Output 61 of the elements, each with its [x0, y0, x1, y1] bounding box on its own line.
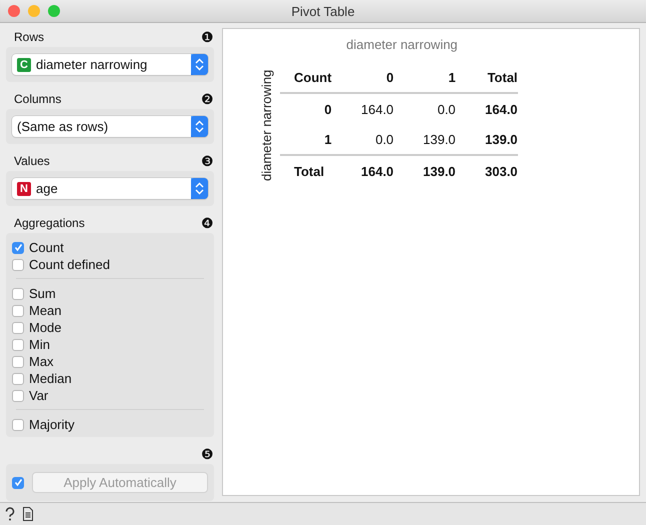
stepper-icon: [191, 178, 208, 199]
row-header: Total: [280, 155, 332, 186]
table-cell: 139.0: [394, 124, 456, 155]
checkbox[interactable]: [12, 288, 24, 300]
checkbox-label: Max: [29, 354, 54, 369]
checkbox[interactable]: [12, 418, 24, 430]
checkbox-label: Majority: [29, 417, 75, 432]
variable-type-badge: N: [17, 182, 31, 196]
combo-box[interactable]: (Same as rows): [12, 116, 208, 137]
minimize-button[interactable]: [28, 5, 40, 17]
column-axis-title: diameter narrowing: [345, 37, 459, 54]
checkbox[interactable]: [12, 390, 24, 402]
callout-number: ❷: [201, 92, 214, 106]
column-header: 1: [394, 62, 456, 93]
section-label: Values: [14, 154, 50, 168]
help-icon[interactable]: [4, 507, 16, 521]
row-axis-title: diameter narrowing: [259, 68, 274, 183]
checkbox[interactable]: [12, 372, 24, 384]
section-label: Rows: [14, 30, 44, 44]
table-cell: 303.0: [456, 155, 518, 186]
checkbox-label: Mode: [29, 320, 62, 335]
table-cell: 139.0: [394, 155, 456, 186]
checkbox[interactable]: [12, 356, 24, 368]
checkbox-label: Mean: [29, 303, 62, 318]
checkbox-label: Var: [29, 388, 48, 403]
variable-type-badge: C: [17, 58, 31, 72]
checkbox-label: Count defined: [29, 257, 110, 272]
checkbox[interactable]: [12, 322, 24, 334]
window-title: Pivot Table: [290, 4, 356, 18]
document-icon[interactable]: [22, 507, 34, 521]
zoom-button[interactable]: [48, 5, 60, 17]
combo-box[interactable]: N age: [12, 178, 208, 199]
table-cell: 0.0: [394, 93, 456, 124]
table-cell: 164.0: [332, 155, 394, 186]
table-cell: 164.0: [332, 93, 394, 124]
callout-number: ❶: [201, 30, 214, 44]
corner-header: Count: [280, 62, 332, 93]
section-label: Aggregations: [14, 216, 85, 230]
checkbox[interactable]: [12, 258, 24, 270]
checkbox-label: Sum: [29, 286, 56, 301]
row-header: 0: [280, 93, 332, 124]
checkbox-label: Median: [29, 371, 72, 386]
column-header: 0: [332, 62, 394, 93]
table-cell: 139.0: [456, 124, 518, 155]
checkbox-label: Count: [29, 240, 64, 255]
stepper-icon: [191, 54, 208, 75]
table-cell: 0.0: [332, 124, 394, 155]
checkbox-label: Min: [29, 337, 50, 352]
callout-number: ❸: [201, 154, 214, 168]
column-header: Total: [456, 62, 518, 93]
callout-number: ❺: [201, 447, 214, 461]
combo-box[interactable]: C diameter narrowing: [12, 54, 208, 75]
row-header: 1: [280, 124, 332, 155]
checkbox[interactable]: [12, 242, 24, 254]
callout-number: ❹: [201, 216, 214, 230]
table-cell: 164.0: [456, 93, 518, 124]
checkbox[interactable]: [12, 338, 24, 350]
checkbox[interactable]: [12, 304, 24, 316]
section-label: Columns: [14, 92, 62, 106]
close-button[interactable]: [8, 5, 20, 17]
stepper-icon: [191, 116, 208, 137]
